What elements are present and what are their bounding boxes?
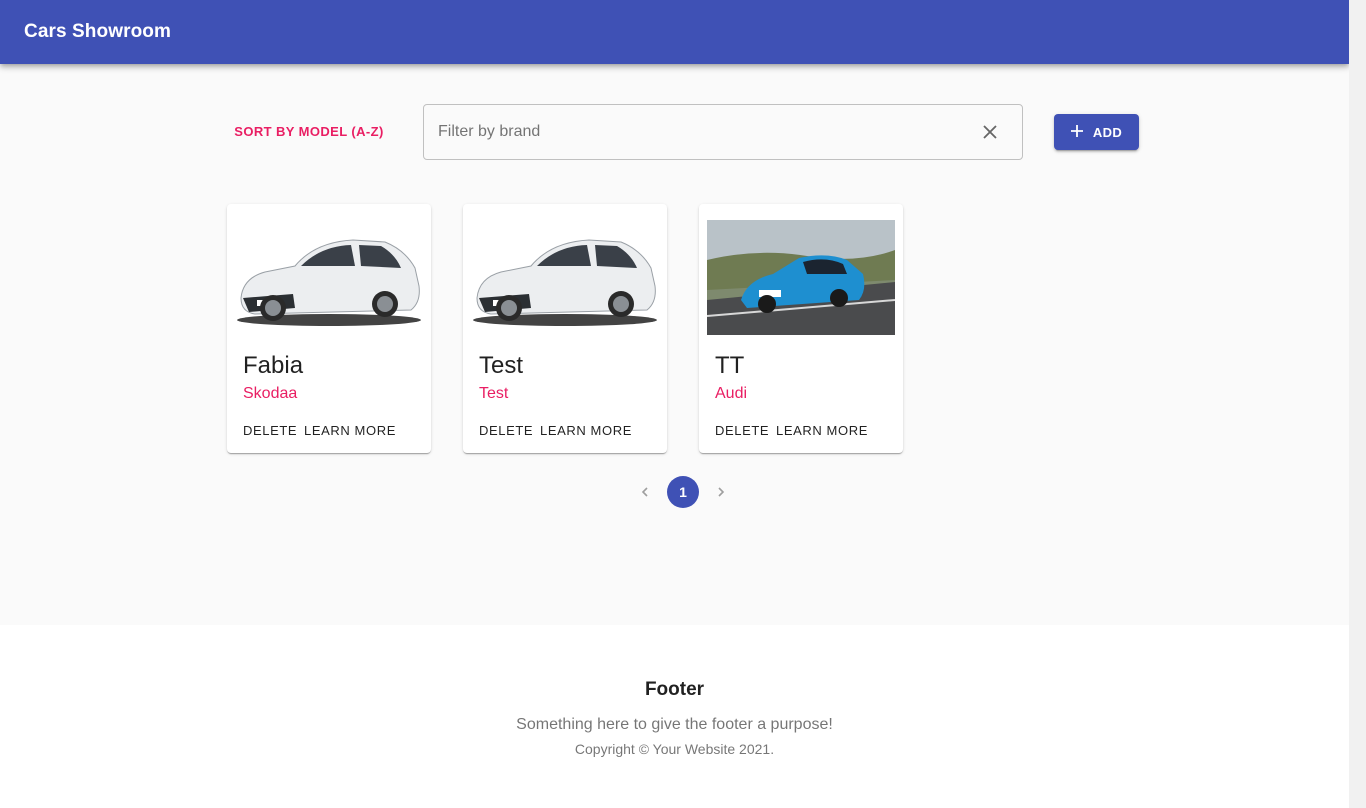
chevron-left-icon[interactable] [635, 482, 655, 502]
clear-icon[interactable] [980, 122, 1000, 142]
add-car-button[interactable]: ADD [1054, 114, 1139, 150]
car-image [707, 220, 895, 335]
page-number-button[interactable]: 1 [667, 476, 699, 508]
delete-button[interactable]: DELETE [479, 420, 533, 440]
chevron-right-icon[interactable] [711, 482, 731, 502]
add-button-label: ADD [1092, 124, 1123, 140]
car-brand: Test [479, 385, 509, 402]
footer-title: Footer [644, 679, 705, 700]
car-card: Fabia Skodaa DELETE LEARN MORE [227, 204, 431, 453]
car-image [471, 220, 659, 335]
filter-by-brand-field[interactable] [423, 104, 1023, 160]
app-bar: Cars Showroom [0, 0, 1349, 64]
delete-button[interactable]: DELETE [715, 420, 769, 440]
learn-more-button[interactable]: LEARN MORE [776, 420, 868, 440]
learn-more-button[interactable]: LEARN MORE [304, 420, 396, 440]
car-card: TT Audi DELETE LEARN MORE [699, 204, 903, 453]
car-model: Fabia [243, 352, 304, 379]
car-brand: Skodaa [243, 385, 298, 402]
pagination: 1 [629, 476, 737, 508]
filter-by-brand-input[interactable] [424, 105, 964, 159]
car-model: Test [479, 352, 524, 379]
plus-icon [1070, 124, 1083, 140]
footer-text: Something here to give the footer a purp… [516, 716, 833, 733]
car-brand: Audi [715, 385, 748, 402]
page-scrollbar[interactable] [1349, 0, 1366, 808]
car-card: Test Test DELETE LEARN MORE [463, 204, 667, 453]
learn-more-button[interactable]: LEARN MORE [540, 420, 632, 440]
sort-by-model-button[interactable]: SORT BY MODEL (A-Z) [227, 115, 391, 147]
car-image [235, 220, 423, 335]
footer: Footer Something here to give the footer… [0, 625, 1349, 808]
car-model: TT [715, 352, 745, 379]
app-title: Cars Showroom [24, 21, 171, 42]
delete-button[interactable]: DELETE [243, 420, 297, 440]
footer-copyright: Copyright © Your Website 2021. [574, 741, 775, 757]
